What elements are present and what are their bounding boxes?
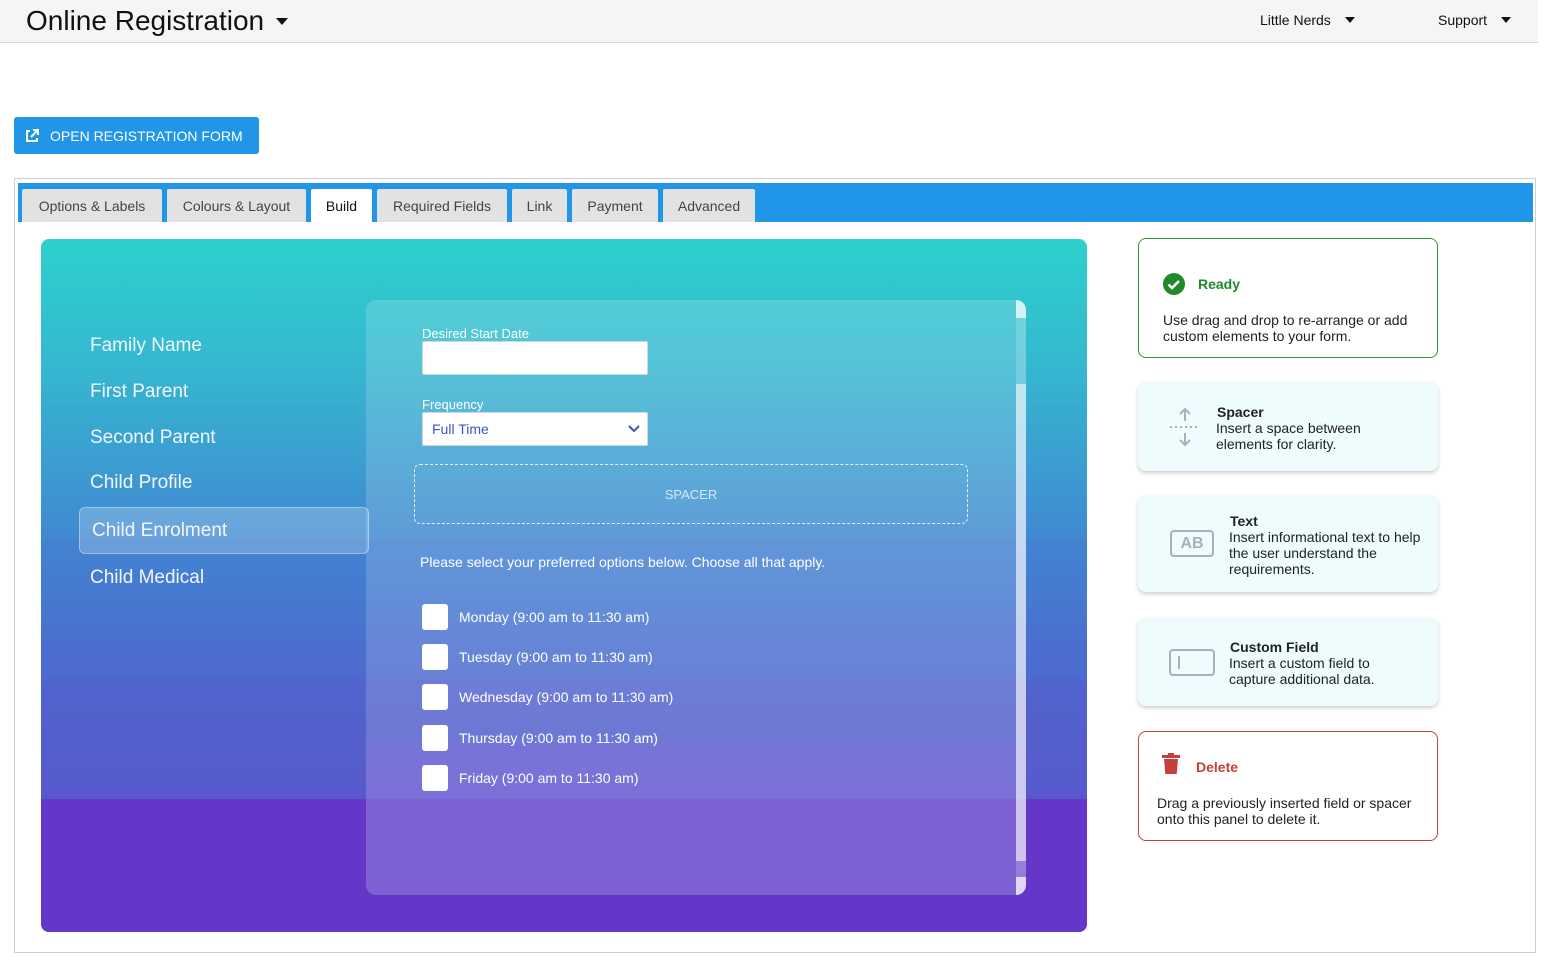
spacer-arrows-icon [1170, 407, 1200, 447]
external-link-icon [26, 128, 39, 142]
tab-label: Colours & Layout [182, 197, 291, 214]
cursor-icon [1178, 656, 1180, 669]
org-menu-label: Little Nerds [1260, 12, 1331, 28]
frequency-value: Full Time [432, 421, 489, 437]
nav-item-child-profile[interactable]: Child Profile [90, 472, 192, 494]
start-date-input[interactable] [422, 341, 648, 375]
tab-label: Required Fields [392, 197, 492, 214]
scrollbar[interactable] [1016, 300, 1026, 895]
chevron-down-icon [628, 425, 640, 433]
tab-label: Payment [587, 197, 643, 214]
delete-title: Delete [1196, 759, 1239, 775]
org-menu[interactable]: Little Nerds [1260, 12, 1355, 28]
scroll-thumb[interactable] [1016, 384, 1026, 861]
option-label: Tuesday (9:00 am to 11:30 am) [459, 649, 653, 665]
text-tool[interactable]: AB Text Insert informational text to hel… [1138, 496, 1438, 592]
checkbox[interactable] [422, 765, 448, 791]
nav-item-child-medical[interactable]: Child Medical [90, 567, 204, 589]
option-label: Thursday (9:00 am to 11:30 am) [459, 730, 658, 746]
nav-item-second-parent[interactable]: Second Parent [90, 427, 216, 449]
spacer-tool-title: Spacer [1217, 404, 1264, 420]
support-menu[interactable]: Support [1438, 12, 1512, 28]
spacer-element[interactable]: SPACER [414, 464, 968, 524]
instructions-text: Please select your preferred options bel… [420, 554, 826, 570]
chevron-down-icon [276, 17, 289, 25]
open-registration-form-label: OPEN REGISTRATION FORM [50, 127, 243, 144]
frequency-select[interactable]: Full Time [422, 412, 648, 446]
app-title-menu[interactable]: Online Registration [26, 5, 289, 37]
tab-payment[interactable]: Payment [572, 189, 658, 222]
chevron-down-icon [1501, 17, 1512, 23]
tab-bar: Options & Labels Colours & Layout Build … [18, 183, 1533, 222]
option-label: Monday (9:00 am to 11:30 am) [459, 609, 650, 625]
ready-body: Use drag and drop to re-arrange or add c… [1163, 312, 1408, 344]
checkbox[interactable] [422, 644, 448, 670]
form-card: Desired Start Date Frequency Full Time S… [366, 300, 1026, 895]
tab-advanced[interactable]: Advanced [663, 189, 755, 222]
ready-status-card: Ready Use drag and drop to re-arrange or… [1138, 238, 1438, 358]
option-tuesday[interactable]: Tuesday (9:00 am to 11:30 am) [422, 644, 653, 670]
scroll-up-button[interactable] [1016, 300, 1026, 318]
scroll-down-button[interactable] [1016, 877, 1026, 895]
checkbox[interactable] [422, 604, 448, 630]
delete-drop-zone[interactable]: Delete Drag a previously inserted field … [1138, 731, 1438, 841]
text-icon-label: AB [1180, 534, 1204, 552]
tab-colours-layout[interactable]: Colours & Layout [167, 189, 306, 222]
tab-link[interactable]: Link [512, 189, 567, 222]
ready-title: Ready [1198, 276, 1241, 292]
nav-item-first-parent[interactable]: First Parent [90, 381, 188, 403]
chevron-down-icon [1344, 17, 1355, 23]
delete-body: Drag a previously inserted field or spac… [1157, 795, 1412, 827]
checkbox[interactable] [422, 725, 448, 751]
spacer-tool-body: Insert a space between elements for clar… [1216, 420, 1361, 452]
option-thursday[interactable]: Thursday (9:00 am to 11:30 am) [422, 725, 658, 751]
tab-label: Build [325, 197, 358, 214]
input-field-icon [1169, 649, 1215, 676]
text-ab-icon: AB [1170, 530, 1214, 557]
spacer-label: SPACER [664, 486, 718, 502]
nav-item-family-name[interactable]: Family Name [90, 335, 202, 357]
tab-label: Advanced [677, 197, 741, 214]
support-menu-label: Support [1438, 12, 1488, 28]
option-monday[interactable]: Monday (9:00 am to 11:30 am) [422, 604, 649, 630]
custom-field-tool-body: Insert a custom field to capture additio… [1229, 655, 1375, 687]
spacer-tool[interactable]: Spacer Insert a space between elements f… [1138, 382, 1438, 471]
custom-field-tool[interactable]: Custom Field Insert a custom field to ca… [1138, 618, 1438, 706]
form-preview: Family Name First Parent Second Parent C… [41, 239, 1087, 932]
frequency-label: Frequency [422, 397, 484, 412]
trash-icon [1162, 753, 1180, 774]
option-friday[interactable]: Friday (9:00 am to 11:30 am) [422, 765, 638, 791]
text-tool-title: Text [1230, 513, 1258, 529]
option-label: Friday (9:00 am to 11:30 am) [459, 770, 639, 786]
start-date-label: Desired Start Date [422, 326, 529, 341]
nav-item-child-enrolment[interactable]: Child Enrolment [79, 507, 369, 554]
tab-required-fields[interactable]: Required Fields [377, 189, 507, 222]
custom-field-tool-title: Custom Field [1230, 639, 1319, 655]
option-label: Wednesday (9:00 am to 11:30 am) [459, 689, 674, 705]
text-tool-body: Insert informational text to help the us… [1229, 529, 1421, 577]
app-title: Online Registration [26, 5, 265, 36]
option-wednesday[interactable]: Wednesday (9:00 am to 11:30 am) [422, 684, 673, 710]
tab-label: Options & Labels [38, 197, 146, 214]
tab-label: Link [526, 197, 553, 214]
check-circle-icon [1163, 273, 1185, 295]
top-bar: Online Registration Little Nerds Support [0, 0, 1538, 43]
open-registration-form-button[interactable]: OPEN REGISTRATION FORM [14, 117, 259, 154]
tab-options-labels[interactable]: Options & Labels [22, 189, 162, 222]
checkbox[interactable] [422, 684, 448, 710]
tab-build[interactable]: Build [311, 189, 372, 222]
